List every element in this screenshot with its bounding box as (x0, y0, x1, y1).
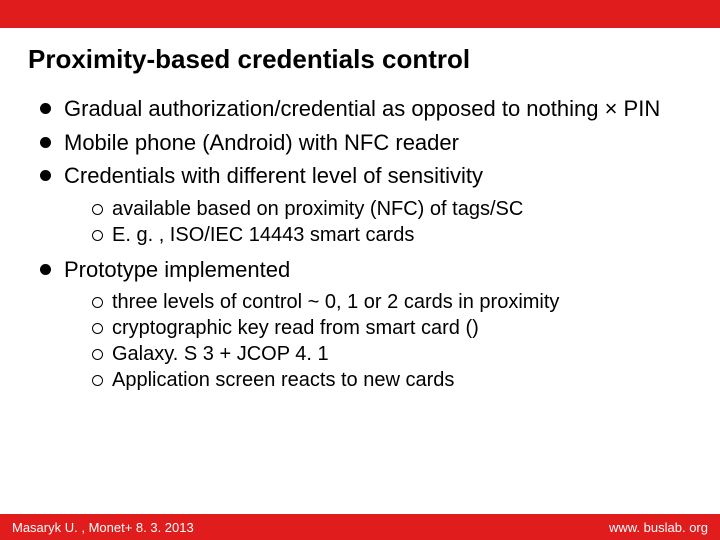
bullet-item: Mobile phone (Android) with NFC reader (40, 129, 692, 157)
content-area: Proximity-based credentials control Grad… (0, 28, 720, 514)
sub-bullet-list: three levels of control ~ 0, 1 or 2 card… (64, 289, 692, 393)
sub-bullet-list: available based on proximity (NFC) of ta… (64, 196, 692, 248)
bullet-text: Prototype implemented (64, 257, 290, 282)
sub-bullet-item: Application screen reacts to new cards (92, 367, 692, 393)
header-bar (0, 0, 720, 28)
bullet-item: Gradual authorization/credential as oppo… (40, 95, 692, 123)
bullet-item: Prototype implemented three levels of co… (40, 256, 692, 394)
footer-left: Masaryk U. , Monet+ 8. 3. 2013 (12, 520, 194, 535)
bullet-text: Credentials with different level of sens… (64, 163, 483, 188)
sub-bullet-item: cryptographic key read from smart card (… (92, 315, 692, 341)
sub-bullet-item: available based on proximity (NFC) of ta… (92, 196, 692, 222)
slide-title: Proximity-based credentials control (28, 44, 692, 75)
bullet-list: Gradual authorization/credential as oppo… (28, 95, 692, 393)
footer-bar: Masaryk U. , Monet+ 8. 3. 2013 www. busl… (0, 514, 720, 540)
sub-bullet-item: E. g. , ISO/IEC 14443 smart cards (92, 222, 692, 248)
bullet-item: Credentials with different level of sens… (40, 162, 692, 248)
footer-right: www. buslab. org (609, 520, 708, 535)
sub-bullet-item: three levels of control ~ 0, 1 or 2 card… (92, 289, 692, 315)
slide: Proximity-based credentials control Grad… (0, 0, 720, 540)
sub-bullet-item: Galaxy. S 3 + JCOP 4. 1 (92, 341, 692, 367)
